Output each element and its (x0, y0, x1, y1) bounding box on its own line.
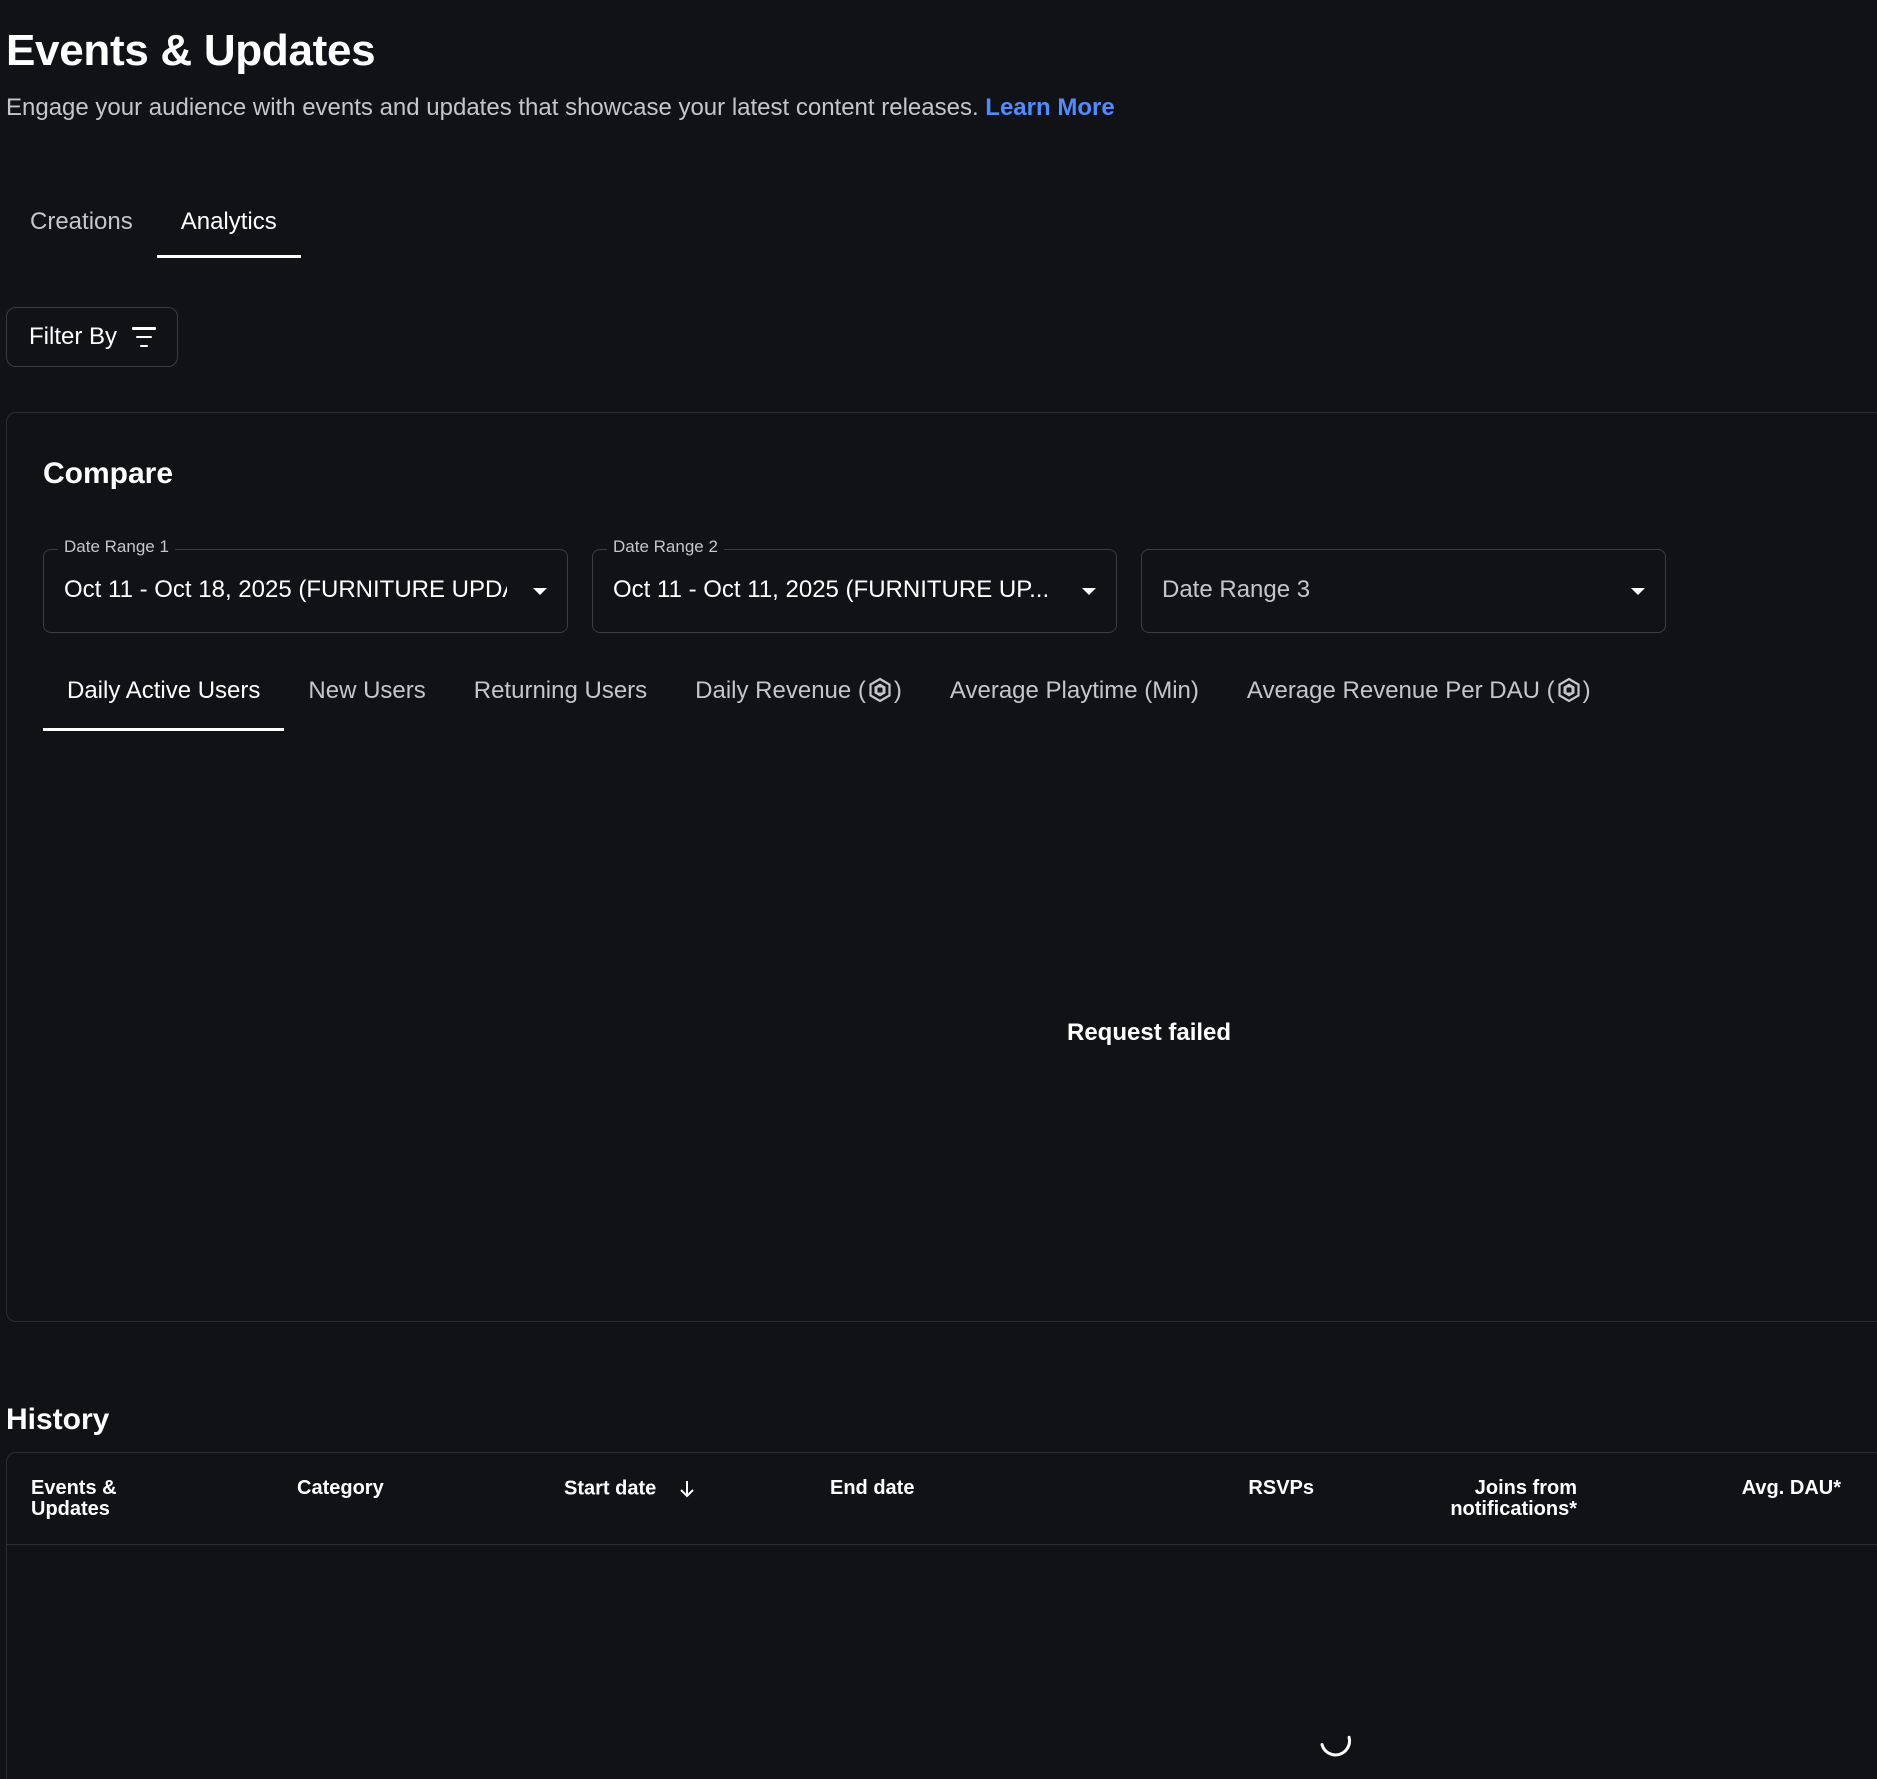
tab-daily-active-users[interactable]: Daily Active Users (43, 649, 285, 731)
column-header-line: Events & (31, 1477, 117, 1499)
tab-daily-revenue[interactable]: Daily Revenue ( ) (671, 649, 926, 731)
filter-by-label: Filter By (29, 323, 118, 350)
table-header: Events & Updates Category Start date End… (7, 1453, 1877, 1545)
tab-label-suffix: ) (1582, 677, 1591, 704)
learn-more-link[interactable]: Learn More (985, 94, 1114, 121)
chevron-down-icon (1631, 588, 1645, 595)
column-header-joins-from-notifications: Joins from notifications* (1397, 1478, 1577, 1520)
metric-tabs: Daily Active Users New Users Returning U… (43, 649, 1615, 731)
chevron-down-icon (533, 588, 547, 595)
tab-average-revenue-per-dau[interactable]: Average Revenue Per DAU ( ) (1223, 649, 1615, 731)
chart-error-message: Request failed (1067, 1019, 1232, 1046)
robux-icon (1558, 677, 1580, 703)
tab-label: Returning Users (473, 677, 648, 704)
tab-label: Average Playtime (Min) (949, 677, 1199, 704)
column-header-label: Start date (564, 1477, 657, 1500)
tab-average-playtime[interactable]: Average Playtime (Min) (926, 649, 1223, 731)
column-header-avg-dau: Avg. DAU* (1741, 1477, 1841, 1499)
tab-returning-users[interactable]: Returning Users (450, 649, 671, 731)
loading-spinner-icon (1320, 1735, 1351, 1757)
date-range-1-value: Oct 11 - Oct 18, 2025 (FURNITURE UPDA... (64, 576, 507, 603)
history-title: History (6, 1403, 110, 1436)
subtitle-text: Engage your audience with events and upd… (6, 94, 979, 121)
tab-label: New Users (308, 677, 426, 704)
date-range-3-placeholder: Date Range 3 (1162, 576, 1311, 603)
column-header-events: Events & Updates (31, 1478, 117, 1520)
date-range-2-select[interactable]: Date Range 2 Oct 11 - Oct 11, 2025 (FURN… (592, 537, 1117, 633)
chevron-down-icon (1082, 588, 1096, 595)
date-range-1-label: Date Range 1 (58, 537, 175, 557)
compare-panel: Compare Date Range 1 Oct 11 - Oct 18, 20… (6, 412, 1877, 1322)
tab-label: Daily Active Users (67, 677, 261, 704)
page-title: Events & Updates (6, 26, 376, 75)
column-header-start-date[interactable]: Start date (564, 1478, 698, 1500)
tab-label: Average Revenue Per DAU ( (1246, 677, 1555, 704)
filter-by-button[interactable]: Filter By (6, 307, 178, 367)
date-range-1-select[interactable]: Date Range 1 Oct 11 - Oct 18, 2025 (FURN… (43, 537, 568, 633)
history-table: Events & Updates Category Start date End… (6, 1452, 1877, 1779)
column-header-line: Joins from (1474, 1477, 1577, 1499)
column-header-rsvps: RSVPs (1248, 1477, 1314, 1499)
tab-label: Daily Revenue ( (695, 677, 866, 704)
main-tabs: Creations Analytics (6, 196, 301, 258)
tab-analytics[interactable]: Analytics (156, 196, 301, 258)
date-range-2-value: Oct 11 - Oct 11, 2025 (FURNITURE UP... (613, 576, 1050, 603)
page-subtitle: Engage your audience with events and upd… (6, 94, 1115, 122)
tab-label-suffix: ) (893, 677, 902, 704)
column-header-category: Category (297, 1477, 384, 1499)
column-header-line: Updates (31, 1498, 110, 1520)
date-range-3-select[interactable]: Date Range 3 (1141, 549, 1666, 633)
date-range-2-label: Date Range 2 (607, 537, 724, 557)
column-header-line: notifications* (1450, 1498, 1577, 1520)
column-header-end-date: End date (830, 1477, 915, 1499)
page: Events & Updates Engage your audience wi… (0, 0, 1877, 1779)
tab-new-users[interactable]: New Users (284, 649, 449, 731)
tab-creations[interactable]: Creations (6, 196, 157, 258)
robux-icon (869, 677, 891, 703)
filter-icon (131, 327, 157, 347)
compare-title: Compare (43, 457, 174, 490)
sort-arrow-down-icon[interactable] (676, 1478, 698, 1500)
